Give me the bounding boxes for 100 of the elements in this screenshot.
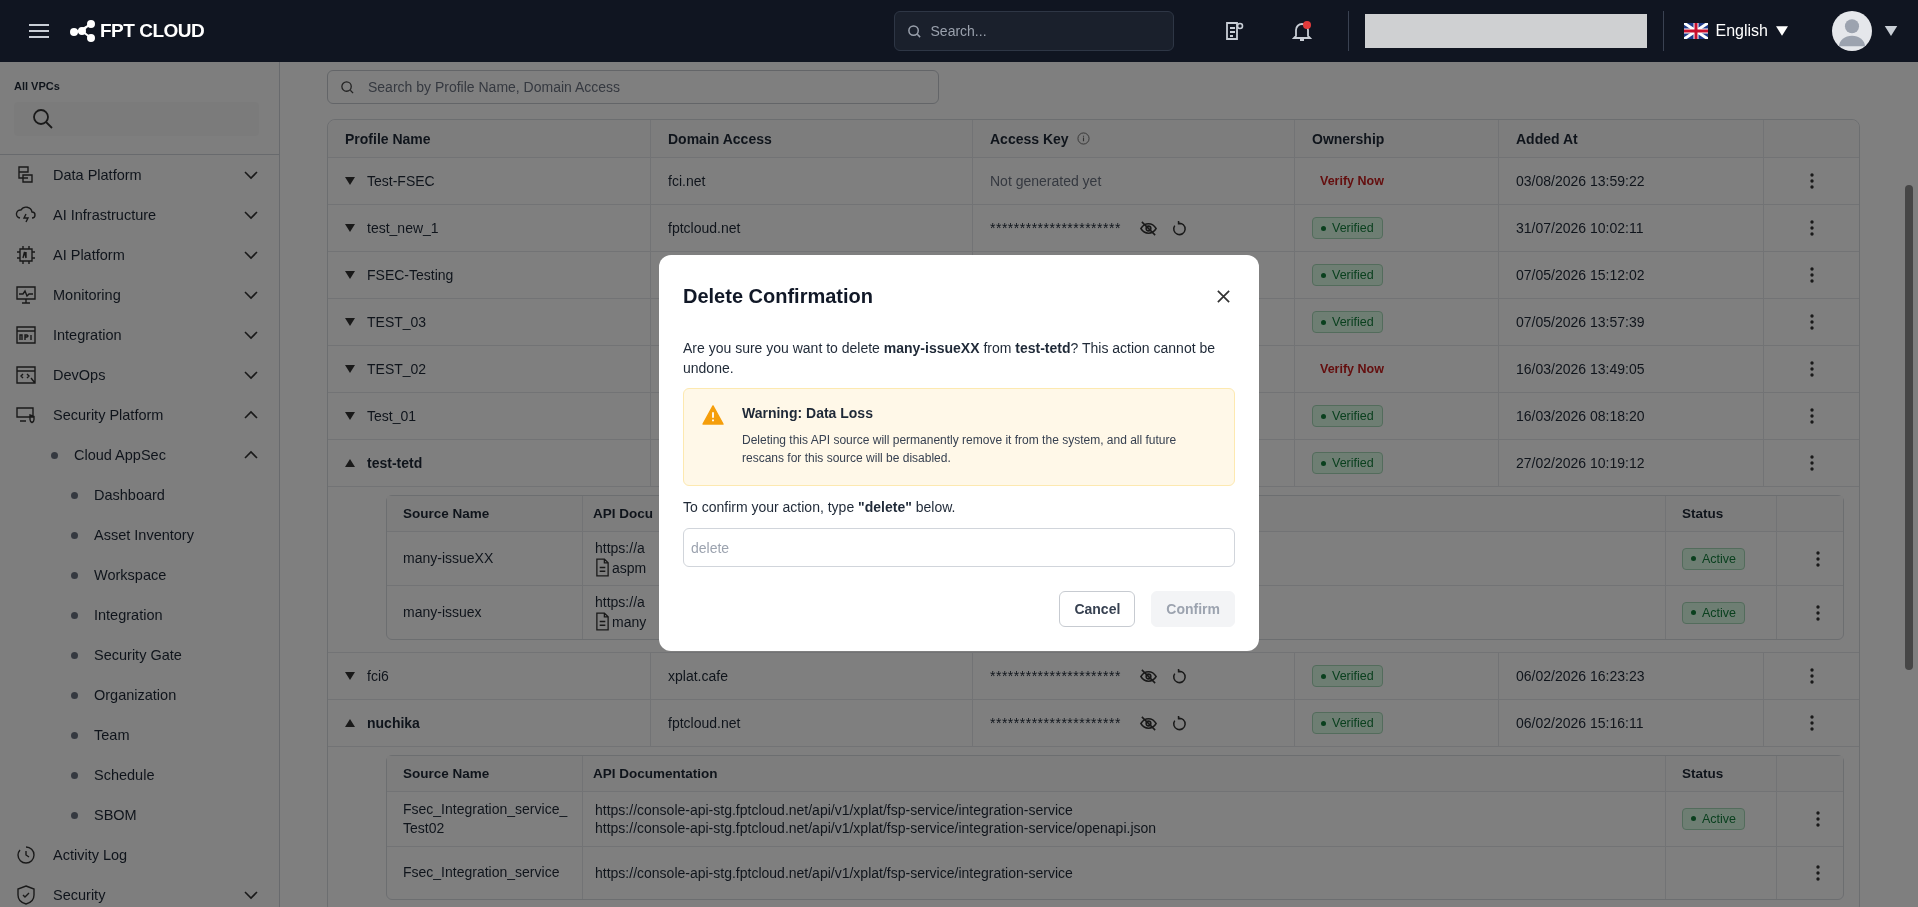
language-selector[interactable]: English [1675, 22, 1796, 40]
date-text: 16/03/2026 08:18:20 [1516, 408, 1645, 424]
file-name: aspm [612, 559, 647, 576]
file-name: many [612, 613, 647, 630]
expand-toggle-icon[interactable] [345, 719, 355, 727]
brand-name: FPT CLOUD [100, 20, 205, 42]
eye-off-icon[interactable] [1138, 666, 1158, 686]
more-options-icon[interactable] [1816, 864, 1820, 881]
bullet-icon [71, 491, 78, 499]
url-text: https://console-api-stg.fptcloud.net/api/v1/xplat/fsp-service/integration-service [595, 801, 1073, 818]
more-options-icon[interactable] [1809, 267, 1814, 283]
expand-toggle-icon[interactable] [345, 412, 355, 420]
sidebar-item[interactable]: Security Platform [0, 395, 279, 435]
search-icon [32, 108, 54, 130]
sidebar-item[interactable]: Organization [0, 675, 279, 715]
notification-bell-icon[interactable] [1289, 19, 1314, 43]
more-options-icon[interactable] [1809, 220, 1814, 236]
sidebar-item[interactable]: Dashboard [0, 475, 279, 515]
search-field[interactable]: Search... [893, 11, 1174, 51]
flag-icon [1683, 23, 1708, 39]
sidebar-item[interactable]: Cloud AppSec [0, 435, 279, 475]
date-text: 06/02/2026 15:16:11 [1516, 715, 1644, 731]
sidebar-item[interactable]: AI Infrastructure [0, 195, 279, 235]
warning-title: Warning: Data Loss [742, 405, 874, 421]
warning-icon [702, 405, 724, 425]
masked-access-key: ********************** [990, 220, 1121, 236]
sidebar-item[interactable]: Monitoring [0, 275, 279, 315]
sidebar-item[interactable]: Security Gate [0, 635, 279, 675]
profile-name: Test-FSEC [367, 173, 435, 189]
expand-toggle-icon[interactable] [345, 177, 355, 185]
sidebar-item[interactable]: Integration [0, 315, 279, 355]
column-header: Source Name [403, 766, 490, 781]
bullet-icon [71, 771, 78, 779]
status-badge: Verified [1312, 452, 1383, 474]
bullet-icon [71, 811, 78, 819]
caret-icon[interactable] [1884, 26, 1898, 36]
dialog-title: Delete Confirmation [683, 284, 874, 308]
expand-toggle-icon[interactable] [345, 271, 355, 279]
status-badge: Verified [1312, 264, 1383, 286]
menu-icon[interactable] [28, 23, 50, 39]
domain-text: fptcloud.net [668, 220, 741, 236]
sidebar-item[interactable]: SBOM [0, 795, 279, 835]
bullet-icon [71, 571, 78, 579]
profile-name: Test_01 [367, 408, 417, 424]
source-name: many-issueXX [403, 549, 495, 568]
source-name: Fsec_Integration_service_Test02 [403, 800, 569, 838]
sidebar-item[interactable]: Schedule [0, 755, 279, 795]
more-options-icon[interactable] [1809, 408, 1814, 424]
sidebar-item[interactable]: Activity Log [0, 835, 279, 875]
expand-toggle-icon[interactable] [345, 459, 355, 467]
bullet-icon [71, 531, 78, 539]
column-header: API Docu [593, 506, 653, 521]
close-icon[interactable] [1216, 288, 1231, 304]
code-window-icon [14, 363, 38, 387]
date-text: 07/05/2026 13:57:39 [1516, 314, 1645, 330]
sidebar-item[interactable]: Integration [0, 595, 279, 635]
scrollbar-thumb[interactable] [1905, 185, 1913, 670]
column-header: Added At [1516, 130, 1578, 147]
bullet-icon [71, 731, 78, 739]
sidebar-item[interactable]: Team [0, 715, 279, 755]
profile-name: fci6 [367, 668, 389, 684]
sidebar-item[interactable]: Asset Inventory [0, 515, 279, 555]
bullet-icon [71, 611, 78, 619]
column-header: API Documentation [593, 766, 718, 781]
expand-toggle-icon[interactable] [345, 672, 355, 680]
verify-link[interactable]: Verify Now [1320, 174, 1384, 188]
sidebar-item[interactable]: Security [0, 875, 279, 907]
eye-off-icon[interactable] [1138, 713, 1158, 733]
sidebar-item[interactable]: Workspace [0, 555, 279, 595]
sidebar-item[interactable]: AI Platform [0, 235, 279, 275]
status-badge: Verified [1312, 405, 1383, 427]
more-options-icon[interactable] [1816, 604, 1820, 621]
clock-icon [14, 843, 38, 867]
expand-toggle-icon[interactable] [345, 365, 355, 373]
source-name: Fsec_Integration_service [403, 863, 561, 883]
eye-off-icon[interactable] [1138, 218, 1158, 238]
masked-access-key: ********************** [990, 668, 1121, 684]
more-options-icon[interactable] [1809, 361, 1814, 377]
monitor-icon [14, 283, 38, 307]
more-options-icon[interactable] [1809, 455, 1814, 471]
text-field[interactable] [1364, 14, 1647, 48]
url-text: https://console-api-stg.fptcloud.net/api/v1/xplat/fsp-service/integration-service/openapi.json [595, 819, 1157, 836]
document-icon [595, 558, 610, 577]
more-options-icon[interactable] [1809, 173, 1814, 189]
more-options-icon[interactable] [1816, 810, 1820, 827]
sidebar-item[interactable]: Data Platform [0, 155, 279, 195]
shield-check-icon [14, 883, 38, 907]
cancel-button[interactable]: Cancel [1059, 591, 1136, 627]
more-options-icon[interactable] [1809, 314, 1814, 330]
sidebar-item[interactable]: DevOps [0, 355, 279, 395]
expand-toggle-icon[interactable] [345, 224, 355, 232]
expand-toggle-icon[interactable] [345, 318, 355, 326]
verify-link[interactable]: Verify Now [1320, 362, 1384, 376]
status-badge: Verified [1312, 217, 1383, 239]
more-options-icon[interactable] [1816, 550, 1820, 567]
confirm-input[interactable]: delete [683, 528, 1235, 567]
more-options-icon[interactable] [1809, 715, 1814, 731]
avatar[interactable] [1832, 11, 1872, 51]
column-header: Ownership [1312, 130, 1385, 147]
more-options-icon[interactable] [1809, 668, 1814, 684]
